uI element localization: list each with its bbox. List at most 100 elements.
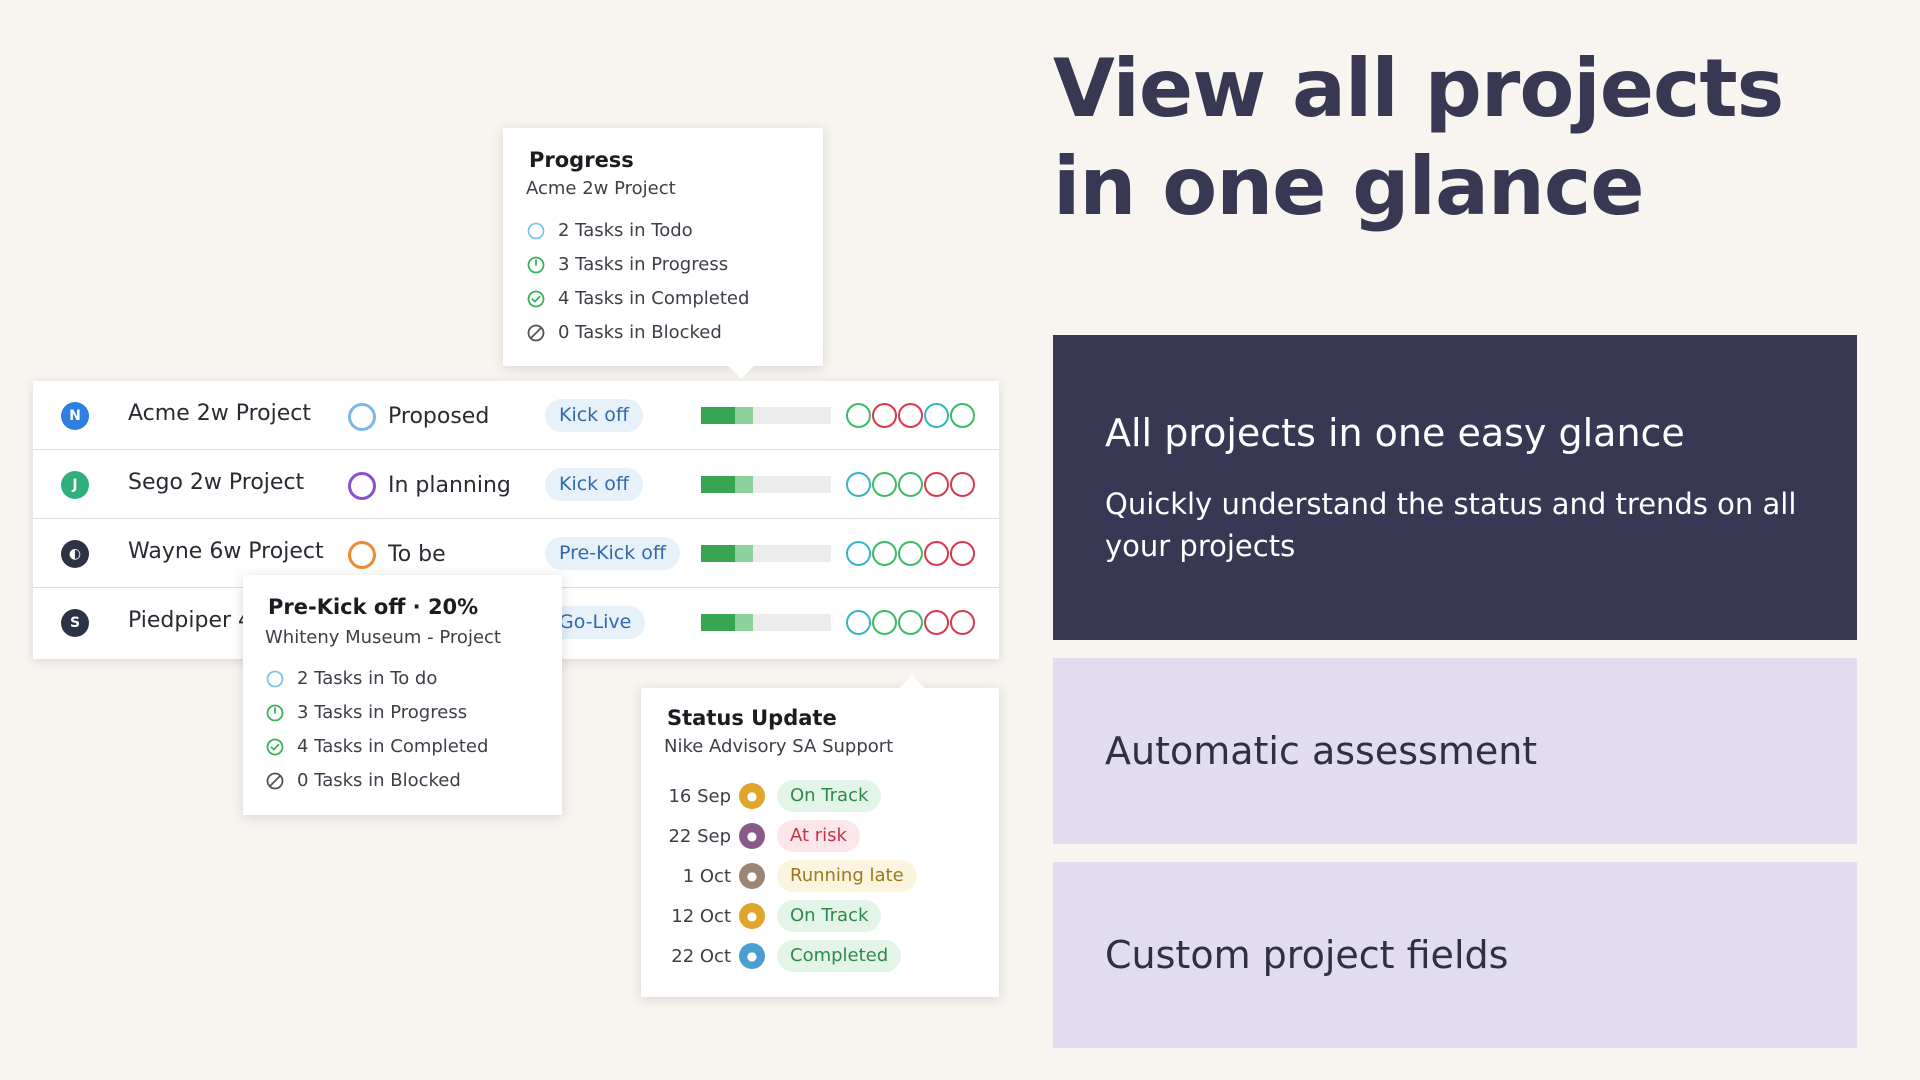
health-dot <box>872 541 897 566</box>
status-circle-icon <box>348 472 376 500</box>
progress-bar[interactable] <box>701 476 831 493</box>
task-line: 2 Tasks in Todo <box>526 220 693 241</box>
popover-title: Progress <box>529 148 634 172</box>
project-name[interactable]: Piedpiper 4 <box>128 608 252 633</box>
completed-icon <box>265 737 285 757</box>
task-label: 4 Tasks in Completed <box>558 288 750 309</box>
status-badge: Running late <box>777 860 917 892</box>
status-update-row[interactable]: 22 Oct ● Completed <box>663 940 902 972</box>
task-line: 4 Tasks in Completed <box>526 288 749 309</box>
health-indicator[interactable] <box>846 472 975 497</box>
phase-badge[interactable]: Kick off <box>545 468 643 501</box>
project-status[interactable]: To be <box>388 542 446 567</box>
avatar: ● <box>739 823 765 849</box>
status-update-row[interactable]: 22 Sep ● At risk <box>663 820 860 852</box>
project-status[interactable]: Proposed <box>388 404 489 429</box>
progress-bar[interactable] <box>701 545 831 562</box>
project-name[interactable]: Sego 2w Project <box>128 470 304 495</box>
table-row[interactable]: N Acme 2w Project Proposed Kick off <box>33 381 999 450</box>
in-progress-icon <box>526 255 546 275</box>
popover-subtitle: Nike Advisory SA Support <box>664 736 894 757</box>
todo-icon <box>265 669 285 689</box>
task-line: 3 Tasks in Progress <box>265 702 467 723</box>
avatar: ● <box>739 943 765 969</box>
update-date: 22 Sep <box>668 825 731 847</box>
popover-title: Status Update <box>667 706 837 730</box>
status-update-row[interactable]: 12 Oct ● On Track <box>663 900 882 932</box>
task-label: 4 Tasks in Completed <box>297 736 489 757</box>
progress-fill-secondary <box>735 407 753 424</box>
task-label: 2 Tasks in Todo <box>558 220 693 241</box>
status-badge: Completed <box>777 940 902 972</box>
status-badge: At risk <box>777 820 860 852</box>
health-dot <box>846 541 871 566</box>
project-name[interactable]: Wayne 6w Project <box>128 539 324 564</box>
project-logo-icon: S <box>61 609 89 637</box>
task-label: 2 Tasks in To do <box>297 668 438 689</box>
health-dot <box>898 610 923 635</box>
task-line: 2 Tasks in To do <box>265 668 437 689</box>
health-dot <box>924 403 949 428</box>
project-name[interactable]: Acme 2w Project <box>128 401 311 426</box>
update-date: 12 Oct <box>671 905 731 927</box>
phase-badge[interactable]: Kick off <box>545 399 643 432</box>
progress-fill-secondary <box>735 614 753 631</box>
todo-icon <box>526 221 546 241</box>
health-indicator[interactable] <box>846 403 975 428</box>
task-line: 0 Tasks in Blocked <box>526 322 722 343</box>
health-dot <box>898 472 923 497</box>
health-indicator[interactable] <box>846 610 975 635</box>
popover-subtitle: Whiteny Museum - Project <box>265 627 501 648</box>
progress-fill <box>701 545 735 562</box>
progress-fill-secondary <box>735 476 753 493</box>
update-date: 16 Sep <box>668 785 731 807</box>
progress-bar[interactable] <box>701 614 831 631</box>
health-dot <box>950 610 975 635</box>
progress-popover: Progress Acme 2w Project 2 Tasks in Todo… <box>503 128 823 366</box>
update-date: 1 Oct <box>682 865 731 887</box>
project-status[interactable]: In planning <box>388 473 511 498</box>
in-progress-icon <box>265 703 285 723</box>
health-dot <box>898 403 923 428</box>
health-dot <box>872 610 897 635</box>
progress-bar[interactable] <box>701 407 831 424</box>
progress-fill-secondary <box>735 545 753 562</box>
feature-card-automatic-assessment[interactable]: Automatic assessment <box>1053 658 1857 844</box>
feature-card-custom-fields[interactable]: Custom project fields <box>1053 862 1857 1048</box>
status-badge: On Track <box>777 780 882 812</box>
health-dot <box>898 541 923 566</box>
phase-badge[interactable]: Pre-Kick off <box>545 537 681 570</box>
health-dot <box>846 403 871 428</box>
avatar: ● <box>739 903 765 929</box>
health-dot <box>872 403 897 428</box>
health-indicator[interactable] <box>846 541 975 566</box>
health-dot <box>924 472 949 497</box>
table-row[interactable]: J Sego 2w Project In planning Kick off <box>33 450 999 519</box>
avatar: ● <box>739 863 765 889</box>
task-label: 3 Tasks in Progress <box>297 702 468 723</box>
status-update-row[interactable]: 1 Oct ● Running late <box>663 860 917 892</box>
feature-title: Custom project fields <box>1105 933 1509 977</box>
health-dot <box>846 472 871 497</box>
feature-title: Automatic assessment <box>1105 729 1538 773</box>
health-dot <box>924 541 949 566</box>
health-dot <box>846 610 871 635</box>
health-dot <box>924 610 949 635</box>
status-circle-icon <box>348 541 376 569</box>
blocked-icon <box>265 771 285 791</box>
feature-description: Quickly understand the status and trends… <box>1105 486 1797 563</box>
project-logo-icon: J <box>61 471 89 499</box>
feature-card-all-projects[interactable]: All projects in one easy glance Quickly … <box>1053 335 1857 640</box>
health-dot <box>872 472 897 497</box>
project-logo-icon: N <box>61 402 89 430</box>
task-label: 0 Tasks in Blocked <box>297 770 461 791</box>
popover-title: Pre-Kick off · 20% <box>268 595 479 619</box>
status-update-row[interactable]: 16 Sep ● On Track <box>663 780 882 812</box>
health-dot <box>950 472 975 497</box>
popover-subtitle: Acme 2w Project <box>526 178 676 199</box>
task-label: 0 Tasks in Blocked <box>558 322 722 343</box>
task-label: 3 Tasks in Progress <box>558 254 729 275</box>
page-headline: View all projects in one glance <box>1053 42 1784 233</box>
avatar: ● <box>739 783 765 809</box>
feature-title: All projects in one easy glance <box>1105 410 1685 455</box>
